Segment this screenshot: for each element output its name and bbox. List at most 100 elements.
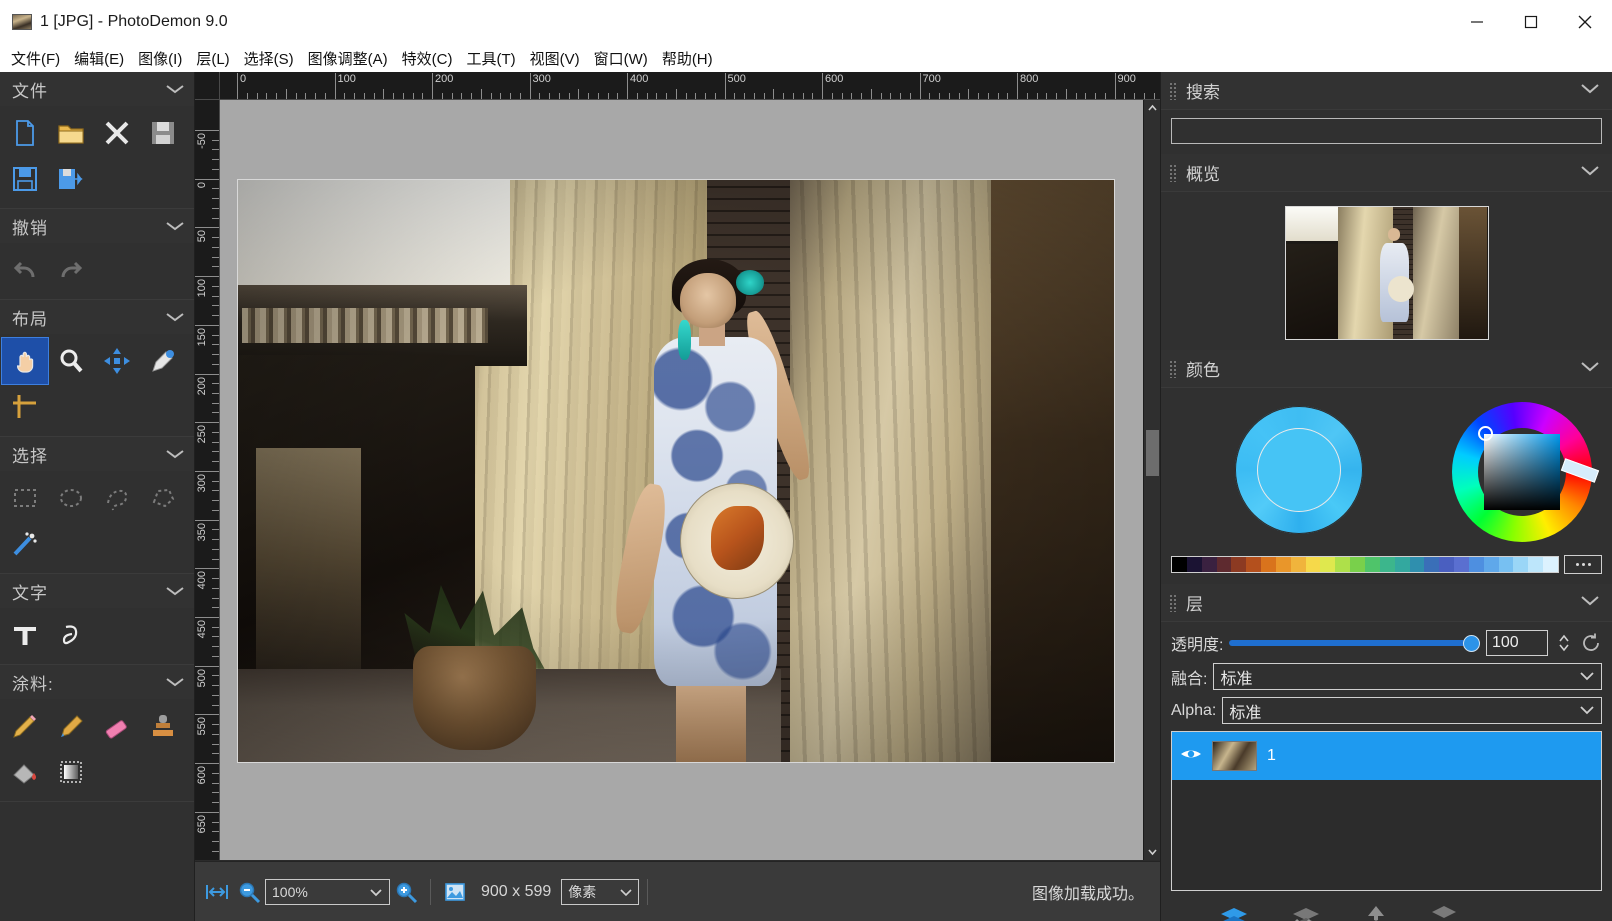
palette-swatch[interactable] — [1201, 557, 1217, 572]
scroll-up-arrow-icon[interactable] — [1144, 100, 1161, 117]
polygon-select-tool[interactable] — [140, 475, 186, 521]
vertical-ruler[interactable]: -50 0 50 100 150 200 250 300 350 400 450 500 550 600 6… — [195, 100, 220, 860]
layers-section-header[interactable]: 层 — [1161, 584, 1612, 622]
fancy-text-tool[interactable] — [48, 612, 94, 658]
chevron-down-icon[interactable] — [620, 884, 632, 900]
palette-swatch[interactable] — [1498, 557, 1514, 572]
zoom-level-combobox[interactable]: 100% — [265, 878, 390, 905]
palette-swatch[interactable] — [1528, 557, 1544, 572]
zoom-in-button[interactable] — [390, 876, 422, 908]
chevron-down-icon[interactable] — [164, 83, 186, 95]
palette-swatch[interactable] — [1394, 557, 1410, 572]
hue-marker-icon[interactable] — [1560, 458, 1600, 483]
palette-more-button[interactable] — [1564, 555, 1602, 574]
opacity-slider[interactable] — [1229, 634, 1480, 652]
saturation-value-square[interactable] — [1484, 434, 1560, 510]
toolbox-section-layout-header[interactable]: 布局 — [0, 300, 194, 334]
save-image-tool[interactable] — [140, 110, 186, 156]
palette-swatch[interactable] — [1409, 557, 1425, 572]
drag-grip-icon[interactable] — [1169, 593, 1178, 612]
chevron-down-icon[interactable] — [164, 448, 186, 460]
toolbox-section-text-header[interactable]: 文字 — [0, 574, 194, 608]
text-tool[interactable] — [2, 612, 48, 658]
chevron-down-icon[interactable] — [1578, 360, 1602, 378]
chevron-down-icon[interactable] — [1579, 668, 1595, 686]
color-picker-tool[interactable] — [140, 338, 186, 384]
close-button[interactable] — [1558, 0, 1612, 44]
eraser-tool[interactable] — [94, 703, 140, 749]
unit-combobox[interactable]: 像素 — [561, 878, 640, 905]
menu-item-file[interactable]: 文件(F) — [4, 45, 67, 72]
opacity-spinner[interactable] — [1554, 633, 1574, 653]
layer-list-item[interactable]: 1 — [1172, 732, 1601, 780]
menu-item-tools[interactable]: 工具(T) — [460, 45, 523, 72]
primary-color-swatch[interactable] — [1257, 428, 1341, 512]
save-copy-tool[interactable] — [48, 156, 94, 202]
chevron-down-icon[interactable] — [1578, 82, 1602, 100]
palette-swatch[interactable] — [1350, 557, 1365, 572]
palette-swatch[interactable] — [1439, 557, 1455, 572]
chevron-down-icon[interactable] — [164, 585, 186, 597]
close-image-tool[interactable] — [94, 110, 140, 156]
drag-grip-icon[interactable] — [1169, 359, 1178, 378]
hand-pan-tool[interactable] — [1, 337, 49, 385]
chevron-down-icon[interactable] — [164, 220, 186, 232]
ruler-corner[interactable] — [195, 72, 220, 100]
gradient-tool[interactable] — [48, 749, 94, 795]
layer-list[interactable]: 1 — [1171, 731, 1602, 891]
save-as-tool[interactable] — [2, 156, 48, 202]
canvas-viewport[interactable] — [220, 100, 1143, 860]
search-input[interactable] — [1171, 118, 1602, 144]
palette-swatch[interactable] — [1231, 557, 1247, 572]
palette-swatch[interactable] — [1483, 557, 1499, 572]
overview-section-header[interactable]: 概览 — [1161, 154, 1612, 192]
palette-swatch[interactable] — [1186, 557, 1202, 572]
palette-swatch[interactable] — [1543, 557, 1558, 572]
chevron-down-icon[interactable] — [1579, 702, 1595, 720]
palette-swatch[interactable] — [1468, 557, 1484, 572]
palette-swatch[interactable] — [1320, 557, 1336, 572]
color-palette-strip[interactable] — [1171, 556, 1559, 573]
overview-thumbnail[interactable] — [1284, 206, 1489, 340]
toolbox-section-paint-header[interactable]: 涂料: — [0, 665, 194, 699]
add-layer-button[interactable] — [1215, 901, 1265, 921]
menu-item-help[interactable]: 帮助(H) — [655, 45, 720, 72]
palette-swatch[interactable] — [1275, 557, 1291, 572]
colors-section-header[interactable]: 颜色 — [1161, 350, 1612, 388]
vertical-scrollbar-thumb[interactable] — [1146, 430, 1159, 476]
hue-color-wheel[interactable] — [1452, 402, 1600, 542]
menu-item-edit[interactable]: 编辑(E) — [67, 45, 131, 72]
alpha-mode-combobox[interactable]: 标准 — [1222, 697, 1602, 724]
zoom-tool[interactable] — [48, 338, 94, 384]
pencil-tool[interactable] — [2, 703, 48, 749]
chevron-down-icon[interactable] — [1578, 594, 1602, 612]
chevron-down-icon[interactable] — [164, 311, 186, 323]
menu-item-adjustments[interactable]: 图像调整(A) — [301, 45, 395, 72]
palette-swatch[interactable] — [1246, 557, 1262, 572]
ellipse-select-tool[interactable] — [48, 475, 94, 521]
palette-swatch[interactable] — [1513, 557, 1529, 572]
undo-tool[interactable] — [2, 247, 48, 293]
palette-swatch[interactable] — [1172, 557, 1187, 572]
image-canvas[interactable] — [237, 179, 1115, 763]
clone-stamp-tool[interactable] — [140, 703, 186, 749]
redo-tool[interactable] — [48, 247, 94, 293]
palette-swatch[interactable] — [1290, 557, 1306, 572]
scroll-down-arrow-icon[interactable] — [1144, 843, 1161, 860]
palette-swatch[interactable] — [1379, 557, 1395, 572]
palette-swatch[interactable] — [1305, 557, 1321, 572]
blend-mode-combobox[interactable]: 标准 — [1213, 663, 1602, 690]
palette-swatch[interactable] — [1335, 557, 1351, 572]
chevron-down-icon[interactable] — [369, 884, 383, 900]
palette-swatch[interactable] — [1261, 557, 1276, 572]
opacity-slider-knob[interactable] — [1463, 634, 1480, 652]
menu-item-image[interactable]: 图像(I) — [131, 45, 189, 72]
canvas-vertical-scrollbar[interactable] — [1143, 100, 1160, 860]
crop-tool[interactable] — [2, 384, 48, 430]
menu-item-effects[interactable]: 特效(C) — [395, 45, 460, 72]
move-tool[interactable] — [94, 338, 140, 384]
magic-wand-tool[interactable] — [2, 521, 48, 567]
chevron-down-icon[interactable] — [1578, 164, 1602, 182]
chevron-down-icon[interactable] — [164, 676, 186, 688]
drag-grip-icon[interactable] — [1169, 81, 1178, 100]
